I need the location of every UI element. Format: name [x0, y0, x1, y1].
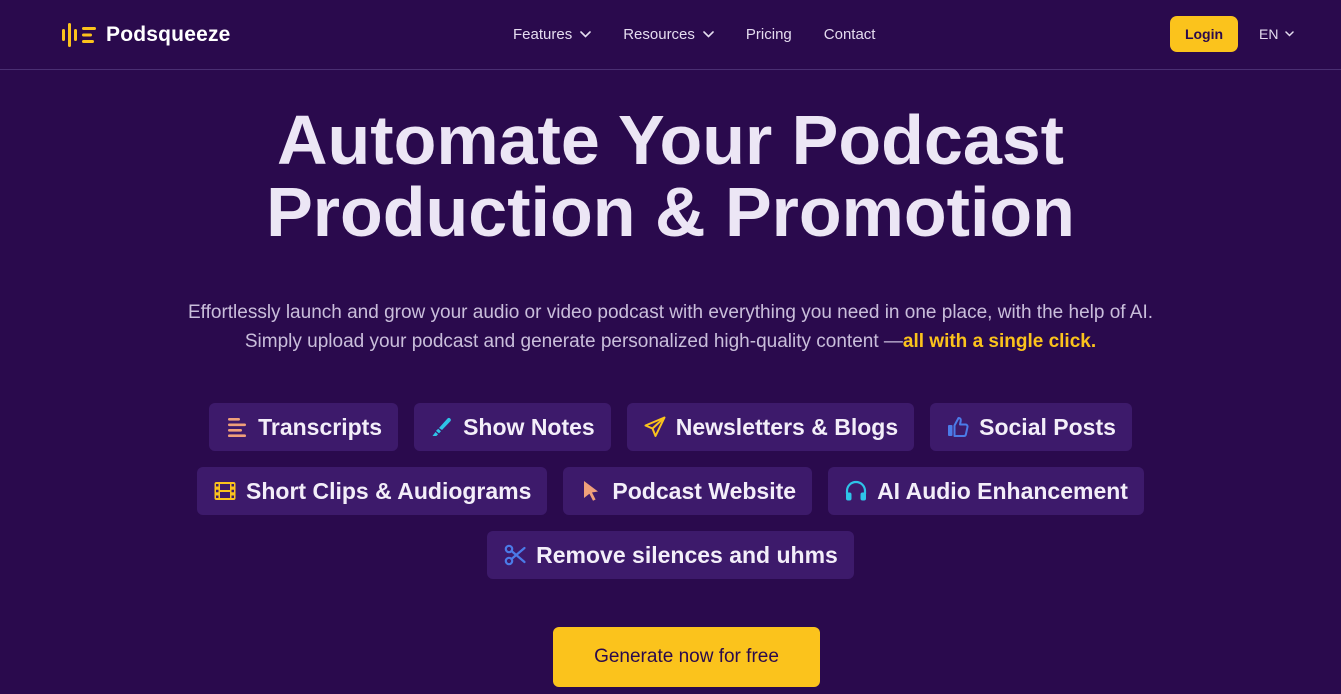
feature-remove-silences[interactable]: Remove silences and uhms	[487, 531, 854, 579]
site-header: Podsqueeze Features Resources Pricing Co…	[0, 0, 1341, 70]
feature-label: Newsletters & Blogs	[675, 413, 899, 440]
hero-subtitle-highlight: all with a single click.	[902, 331, 1097, 352]
brand-logo[interactable]: Podsqueeze	[62, 22, 231, 48]
feature-label: AI Audio Enhancement	[877, 477, 1128, 504]
film-icon	[214, 482, 236, 500]
hero-subtitle: Effortlessly launch and grow your audio …	[0, 298, 1341, 356]
feature-label: Social Posts	[979, 413, 1116, 440]
feature-short-clips[interactable]: Short Clips & Audiograms	[197, 467, 548, 515]
hero-title-line-2: Production & Promotion	[266, 173, 1075, 251]
nav-pricing-label: Pricing	[745, 25, 792, 43]
feature-row-3: Remove silences and uhms	[0, 531, 1341, 579]
main-nav: Features Resources Pricing Contact	[513, 24, 907, 44]
feature-podcast-website[interactable]: Podcast Website	[563, 467, 813, 515]
nav-pricing[interactable]: Pricing	[746, 26, 792, 43]
generate-cta-button[interactable]: Generate now for free	[553, 627, 820, 687]
feature-show-notes[interactable]: Show Notes	[414, 403, 611, 451]
feature-newsletters-blogs[interactable]: Newsletters & Blogs	[626, 403, 915, 451]
hero-title: Automate Your Podcast Production & Promo…	[0, 104, 1341, 248]
feature-label: Show Notes	[463, 413, 595, 440]
feature-label: Transcripts	[258, 413, 383, 440]
feature-label: Remove silences and uhms	[536, 541, 838, 568]
chevron-down-icon	[580, 30, 592, 38]
login-button[interactable]: Login	[1170, 16, 1238, 52]
feature-ai-audio-enhancement[interactable]: AI Audio Enhancement	[828, 467, 1144, 515]
nav-resources-label: Resources	[623, 25, 695, 43]
headphones-icon	[845, 480, 867, 501]
hero-subtitle-line-1: Effortlessly launch and grow your audio …	[187, 302, 1154, 323]
hero-title-line-1: Automate Your Podcast	[277, 101, 1064, 179]
cursor-icon	[584, 481, 599, 501]
thumbs-up-icon	[948, 417, 969, 437]
nav-features[interactable]: Features	[513, 25, 592, 43]
feature-row-2: Short Clips & Audiograms Podcast Website…	[0, 467, 1341, 515]
chevron-down-icon	[1285, 31, 1295, 37]
lines-icon	[228, 418, 247, 437]
highlighter-icon	[432, 417, 451, 436]
nav-resources[interactable]: Resources	[623, 26, 714, 43]
chevron-down-icon	[703, 30, 714, 38]
language-label: EN	[1259, 26, 1279, 42]
nav-features-label: Features	[513, 25, 573, 43]
paper-plane-icon	[644, 416, 666, 437]
brand-name: Podsqueeze	[106, 23, 231, 46]
hero-subtitle-line-2: Simply upload your podcast and generate …	[244, 331, 903, 352]
feature-transcripts[interactable]: Transcripts	[209, 403, 399, 451]
logo-icon	[62, 23, 96, 47]
feature-label: Short Clips & Audiograms	[246, 477, 532, 504]
scissors-icon	[504, 544, 526, 566]
feature-label: Podcast Website	[612, 477, 797, 504]
nav-contact[interactable]: Contact	[824, 26, 876, 43]
feature-row-1: Transcripts Show Notes Newsletters & Blo…	[0, 403, 1341, 451]
language-selector[interactable]: EN	[1259, 25, 1295, 43]
nav-contact-label: Contact	[823, 25, 876, 43]
feature-social-posts[interactable]: Social Posts	[930, 403, 1132, 451]
